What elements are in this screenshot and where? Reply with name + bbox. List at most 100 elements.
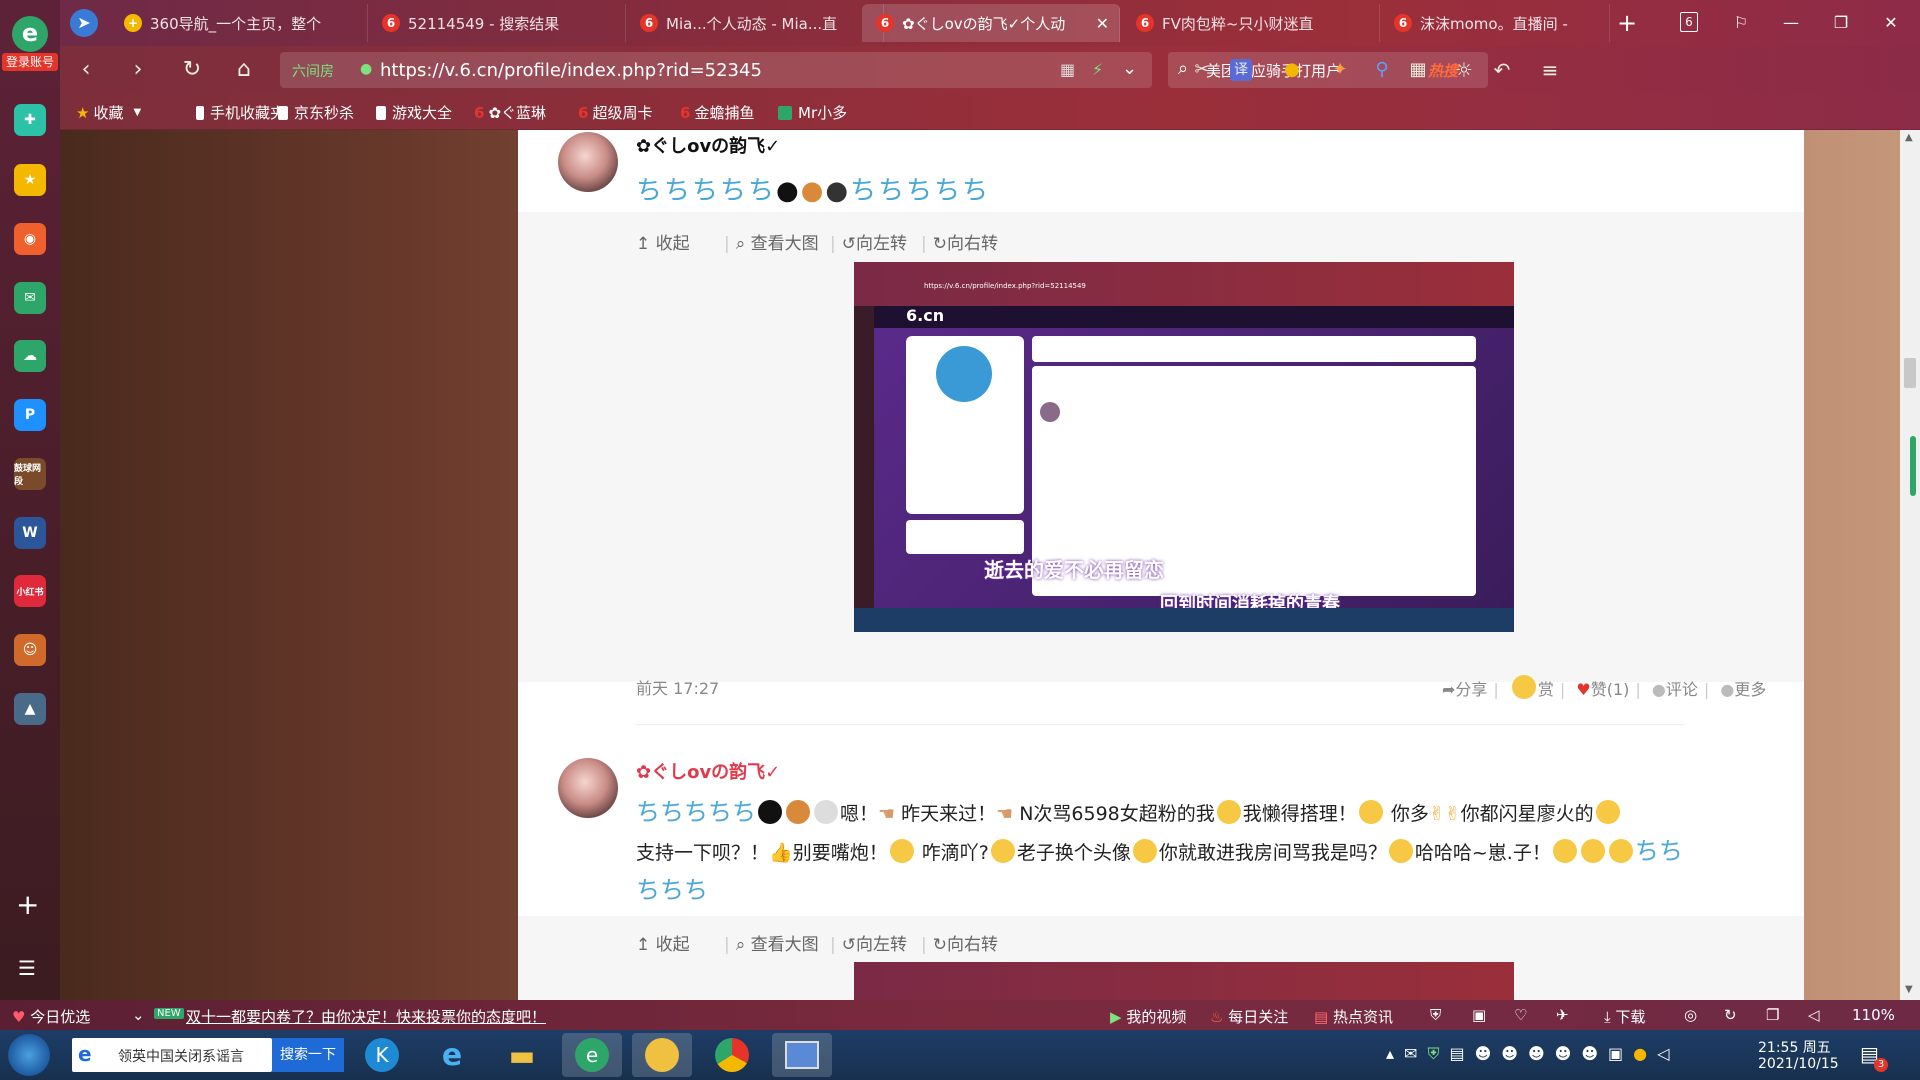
clock-date[interactable]: 2021/10/15	[1758, 1056, 1839, 1072]
daily-follow-button[interactable]: ♨ 每日关注	[1210, 1006, 1288, 1027]
scroll-thumb[interactable]	[1904, 358, 1916, 388]
doc-icon[interactable]: ▤	[1449, 1044, 1474, 1063]
qq-icon[interactable]: ☻	[1528, 1044, 1555, 1063]
translate-icon[interactable]: 译	[1230, 59, 1252, 81]
qq-icon[interactable]: ☻	[1555, 1044, 1582, 1063]
magnifier-icon[interactable]: ⚲	[1368, 56, 1396, 84]
share-button[interactable]: ➦分享	[1442, 680, 1487, 699]
avatar[interactable]	[558, 758, 618, 818]
lightning-icon[interactable]: ⚡	[1092, 60, 1103, 79]
bookmark-games[interactable]: 游戏大全	[376, 102, 452, 123]
mail-icon[interactable]: ✉	[14, 282, 46, 314]
zoom-level[interactable]: 110%	[1852, 1006, 1895, 1024]
tab-momo[interactable]: 6 沫沫momo。直播间 -	[1380, 4, 1610, 42]
chevron-down-icon[interactable]: ⌄	[132, 1006, 145, 1024]
heart-outline-icon[interactable]: ♡	[1514, 1006, 1527, 1024]
taskbar-search-input[interactable]: e 领英中国关闭系谣言	[72, 1038, 272, 1072]
rotate-right-button[interactable]: | ↻向右转	[915, 930, 998, 955]
pubg-icon[interactable]: ▲	[14, 693, 46, 725]
folder-icon[interactable]: ▬	[492, 1033, 552, 1077]
volume-icon[interactable]: ◁	[1657, 1044, 1679, 1063]
comment-button[interactable]: ●评论	[1652, 680, 1698, 699]
my-video-button[interactable]: ▶ 我的视频	[1110, 1006, 1186, 1027]
bookmark-mrxiaoduo[interactable]: Mr小多	[778, 102, 847, 123]
login-button[interactable]: 登录账号	[2, 53, 58, 71]
scroll-down-icon[interactable]: ▼	[1905, 984, 1913, 995]
bookmark-lanlin[interactable]: 6 ✿ぐ蓝琳	[474, 102, 546, 123]
bookmark-mobile[interactable]: 手机收藏夹	[196, 102, 285, 123]
kugou-icon[interactable]: K	[352, 1033, 412, 1077]
rotate-left-button[interactable]: | ↺向左转	[824, 229, 907, 254]
chrome-icon[interactable]	[702, 1033, 762, 1077]
scissors-icon[interactable]: ✂	[1188, 56, 1216, 84]
screenshot-tool-icon[interactable]	[772, 1033, 832, 1077]
url-text[interactable]: https://v.6.cn/profile/index.php?rid=523…	[380, 60, 762, 81]
tab-search-results[interactable]: 6 52114549 - 搜索结果	[368, 4, 626, 42]
hot-news-button[interactable]: ▤ 热点资讯	[1314, 1006, 1393, 1027]
view-large-button[interactable]: | ⌕ 查看大图	[718, 930, 819, 955]
qr-code-icon[interactable]: ▦	[1060, 60, 1075, 79]
today-picks[interactable]: ♥ 今日优选	[12, 1006, 90, 1027]
qq-icon[interactable]: ☻	[1501, 1044, 1528, 1063]
game-icon[interactable]: 鼓球网段	[14, 458, 46, 490]
360-tray-icon[interactable]: ●	[1633, 1044, 1657, 1063]
image-icon[interactable]: ▣	[1472, 1006, 1486, 1024]
gamepad-icon[interactable]: ✦	[1326, 56, 1354, 84]
back-icon[interactable]: ‹	[72, 56, 100, 84]
clock-time[interactable]: 21:55 周五	[1758, 1037, 1831, 1057]
rotate-left-button[interactable]: | ↺向左转	[824, 930, 907, 955]
network-icon[interactable]: ▣	[1608, 1044, 1633, 1063]
taskbar-search-button[interactable]: 搜索一下	[272, 1038, 344, 1072]
post-image[interactable]: https://v.6.cn/profile/index.php?rid=521…	[854, 262, 1514, 632]
shield-icon[interactable]: ⛨	[1430, 1006, 1441, 1024]
xiaohongshu-icon[interactable]: 小红书	[14, 575, 46, 607]
undo-icon[interactable]: ↶	[1488, 56, 1516, 84]
bookmark-fishing[interactable]: 6 金蟾捕鱼	[680, 102, 754, 123]
dropdown-icon[interactable]: ⌄	[1122, 58, 1137, 79]
mic-icon[interactable]: ◎	[1684, 1006, 1697, 1024]
360-browser-icon[interactable]: e	[562, 1033, 622, 1077]
word-icon[interactable]: W	[14, 517, 46, 549]
brightness-icon[interactable]: ☼	[1450, 56, 1478, 84]
tab-current-profile[interactable]: 6 ✿ぐしovの韵飞✓个人动 ✕	[862, 4, 1120, 42]
qq-icon[interactable]: ☻	[1581, 1044, 1608, 1063]
tab-mia[interactable]: 6 Mia...个人动态 - Mia...直	[626, 4, 884, 42]
search-text[interactable]: 美团回应骑手打用户	[1206, 60, 1341, 81]
speed-icon[interactable]: ✈	[1556, 1006, 1569, 1024]
star-icon[interactable]: ★	[14, 164, 46, 196]
sync-icon[interactable]: ↻	[1724, 1006, 1737, 1024]
bookmark-weekly[interactable]: 6 超级周卡	[578, 102, 652, 123]
tab-360nav[interactable]: +360导航_一个主页，整个	[110, 4, 368, 42]
minimize-icon[interactable]: —	[1780, 12, 1802, 34]
rotate-right-button[interactable]: | ↻向右转	[915, 229, 998, 254]
page-scrollbar[interactable]: ▲ ▼	[1900, 130, 1920, 1000]
shirt-icon[interactable]: ⚐	[1730, 12, 1752, 34]
coin-icon[interactable]: ●	[1278, 56, 1306, 84]
tab-fv[interactable]: 6 FV肉包粹~只小财迷直	[1122, 4, 1380, 42]
window-icon[interactable]: ❐	[1766, 1006, 1779, 1024]
photo-app-icon[interactable]	[632, 1033, 692, 1077]
scroll-up-icon[interactable]: ▲	[1905, 132, 1913, 143]
start-button[interactable]	[8, 1034, 50, 1076]
sidebar-menu-icon[interactable]: ☰	[18, 956, 36, 980]
home-icon[interactable]: ⌂	[230, 56, 258, 84]
post-image[interactable]	[854, 962, 1514, 1000]
cloud-icon[interactable]: ☁	[14, 340, 46, 372]
qq-icon[interactable]: ☻	[1475, 1044, 1502, 1063]
tab-counter[interactable]: 6	[1680, 12, 1698, 32]
close-window-icon[interactable]: ✕	[1880, 12, 1902, 34]
address-bar[interactable]: 六间房 ● https://v.6.cn/profile/index.php?r…	[280, 52, 1152, 88]
view-large-button[interactable]: | ⌕ 查看大图	[718, 229, 819, 254]
bookmark-jd[interactable]: 京东秒杀	[278, 102, 354, 123]
reward-button[interactable]: 赏	[1510, 675, 1554, 699]
bookmark-favorites[interactable]: ★ 收藏 ▼	[76, 102, 141, 123]
apps-grid-icon[interactable]: ▦	[1404, 56, 1432, 84]
volume-icon[interactable]: ◁	[1808, 1006, 1820, 1024]
menu-icon[interactable]: ≡	[1536, 56, 1564, 84]
refresh-icon[interactable]: ↻	[178, 56, 206, 84]
post-username[interactable]: ✿ぐしovの韵飞✓	[636, 132, 780, 158]
tray-expand-icon[interactable]: ▴	[1386, 1044, 1404, 1063]
collapse-button[interactable]: ↥ 收起	[636, 930, 690, 955]
p-app-icon[interactable]: P	[14, 399, 46, 431]
close-tab-icon[interactable]: ✕	[1096, 14, 1109, 33]
